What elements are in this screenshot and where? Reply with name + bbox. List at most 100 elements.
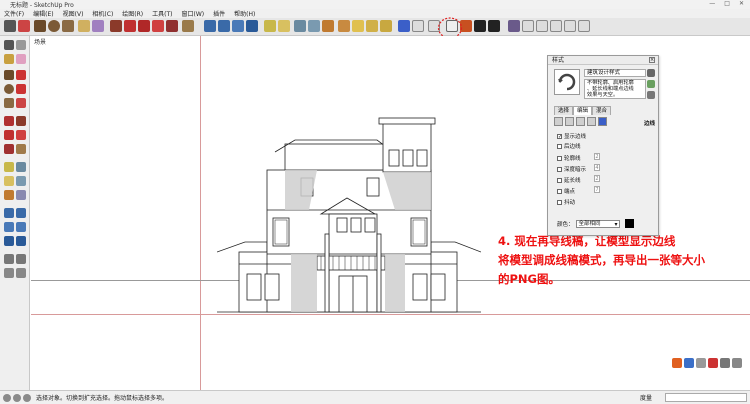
menu-camera[interactable]: 相机(C) — [92, 9, 113, 18]
bottom-view-icon[interactable] — [564, 20, 576, 32]
edge-color-select[interactable]: 全部相同 — [575, 220, 620, 228]
front-view-icon[interactable] — [508, 20, 520, 32]
arc-icon[interactable] — [16, 84, 26, 94]
orbit-icon[interactable] — [4, 208, 14, 218]
polygon-tool-icon[interactable] — [62, 20, 74, 32]
menu-file[interactable]: 文件(F) — [4, 9, 24, 18]
option-profiles[interactable]: 轮廓线 — [557, 154, 581, 162]
scene-tab[interactable]: 场景 — [34, 37, 46, 46]
select-tool-icon[interactable] — [4, 20, 16, 32]
menu-view[interactable]: 视图(V) — [63, 9, 84, 18]
protractor-icon[interactable] — [278, 20, 290, 32]
checkbox-icon[interactable] — [557, 155, 562, 161]
geo-location-icon[interactable] — [3, 393, 11, 402]
help-icon[interactable] — [23, 393, 31, 402]
ime-keyboard-icon[interactable] — [720, 358, 730, 368]
zoom-window-icon[interactable] — [16, 222, 26, 232]
extension-field[interactable]: 2 — [594, 175, 600, 182]
paint-bucket-icon[interactable] — [4, 54, 14, 64]
select-icon[interactable] — [4, 40, 14, 50]
follow-me-icon[interactable] — [152, 20, 164, 32]
pencil-tool-icon[interactable] — [18, 20, 30, 32]
shaded-style-icon[interactable] — [474, 20, 486, 32]
follow-me-tool-icon[interactable] — [16, 130, 26, 140]
tab-edit[interactable]: 编辑 — [573, 106, 593, 115]
iso-view-icon[interactable] — [398, 20, 410, 32]
shaded-texture-style-icon[interactable] — [488, 20, 500, 32]
perspective-icon[interactable] — [578, 20, 590, 32]
section-icon[interactable] — [16, 268, 26, 278]
components-icon[interactable] — [352, 20, 364, 32]
zoom-icon[interactable] — [4, 222, 14, 232]
line-icon[interactable] — [16, 70, 26, 80]
checkbox-icon[interactable] — [557, 188, 562, 194]
menu-edit[interactable]: 编辑(E) — [33, 9, 53, 18]
menu-plugins[interactable]: 插件 — [213, 9, 225, 18]
eraser-tool-icon[interactable] — [78, 20, 90, 32]
checkbox-icon[interactable] — [557, 133, 562, 139]
materials-icon[interactable] — [366, 20, 378, 32]
style-options-icon[interactable] — [647, 91, 655, 99]
circle-icon[interactable] — [4, 84, 14, 94]
option-back-edges[interactable]: 后边线 — [557, 142, 581, 150]
create-style-icon[interactable] — [647, 69, 655, 77]
checkbox-icon[interactable] — [557, 177, 562, 183]
3d-text-icon[interactable] — [16, 190, 26, 200]
ime-settings-icon[interactable] — [732, 358, 742, 368]
protractor-tool-icon[interactable] — [4, 176, 14, 186]
credits-icon[interactable] — [13, 393, 21, 402]
top-view-icon[interactable] — [412, 20, 424, 32]
zoom-extents-tool-icon[interactable] — [4, 236, 14, 246]
make-component-icon[interactable] — [16, 40, 26, 50]
minimize-button[interactable]: — — [709, 0, 715, 7]
profiles-width-field[interactable]: 2 — [594, 153, 600, 160]
push-pull-tool-icon[interactable] — [16, 116, 26, 126]
checkbox-icon[interactable] — [557, 143, 562, 149]
freehand-icon[interactable] — [16, 98, 26, 108]
back-view-icon[interactable] — [536, 20, 548, 32]
dimension-tool-icon[interactable] — [294, 20, 306, 32]
style-thumbnail[interactable] — [554, 69, 580, 95]
close-button[interactable]: ✕ — [739, 0, 744, 7]
move-tool-icon[interactable] — [124, 20, 136, 32]
rectangle-icon[interactable] — [4, 70, 14, 80]
depth-cue-field[interactable]: 4 — [594, 164, 600, 171]
warehouse-icon[interactable] — [380, 20, 392, 32]
tab-mix[interactable]: 混合 — [592, 106, 612, 115]
checkbox-icon[interactable] — [557, 166, 562, 172]
pan-icon[interactable] — [16, 208, 26, 218]
option-show-edges[interactable]: 显示边线 — [557, 132, 586, 140]
menu-tools[interactable]: 工具(T) — [152, 9, 172, 18]
checkbox-icon[interactable] — [557, 199, 562, 205]
face-settings-icon[interactable] — [565, 117, 574, 126]
section-plane-icon[interactable] — [338, 20, 350, 32]
orbit-tool-icon[interactable] — [204, 20, 216, 32]
measurements-input[interactable] — [665, 393, 747, 402]
menu-draw[interactable]: 绘图(R) — [122, 9, 143, 18]
axes-tool-icon[interactable] — [322, 20, 334, 32]
rectangle-tool-icon[interactable] — [34, 20, 46, 32]
polygon-icon[interactable] — [4, 98, 14, 108]
previous-view-icon[interactable] — [16, 236, 26, 246]
update-style-icon[interactable] — [647, 80, 655, 88]
option-depth-cue[interactable]: 深度暗示 — [557, 165, 586, 173]
eraser-icon[interactable] — [16, 54, 26, 64]
option-endpoints[interactable]: 端点 — [557, 187, 575, 195]
text-tool-icon[interactable] — [308, 20, 320, 32]
option-extension[interactable]: 延长线 — [557, 176, 581, 184]
rotate-icon[interactable] — [4, 130, 14, 140]
style-description-field[interactable]: 不带轮廓、启用轮廓 、延长线和端点边线 效果与天空。 — [584, 79, 646, 99]
option-jitter[interactable]: 抖动 — [557, 198, 575, 206]
push-pull-icon[interactable] — [110, 20, 122, 32]
walk-icon[interactable] — [4, 268, 14, 278]
move-icon[interactable] — [4, 116, 14, 126]
offset-icon[interactable] — [16, 144, 26, 154]
zoom-tool-icon[interactable] — [232, 20, 244, 32]
ime-punct-icon[interactable] — [696, 358, 706, 368]
scale-tool-icon[interactable] — [166, 20, 178, 32]
text-icon[interactable] — [16, 176, 26, 186]
ime-logo-icon[interactable] — [672, 358, 682, 368]
circle-tool-icon[interactable] — [48, 20, 60, 32]
paint-tool-icon[interactable] — [92, 20, 104, 32]
dimension-icon[interactable] — [16, 162, 26, 172]
